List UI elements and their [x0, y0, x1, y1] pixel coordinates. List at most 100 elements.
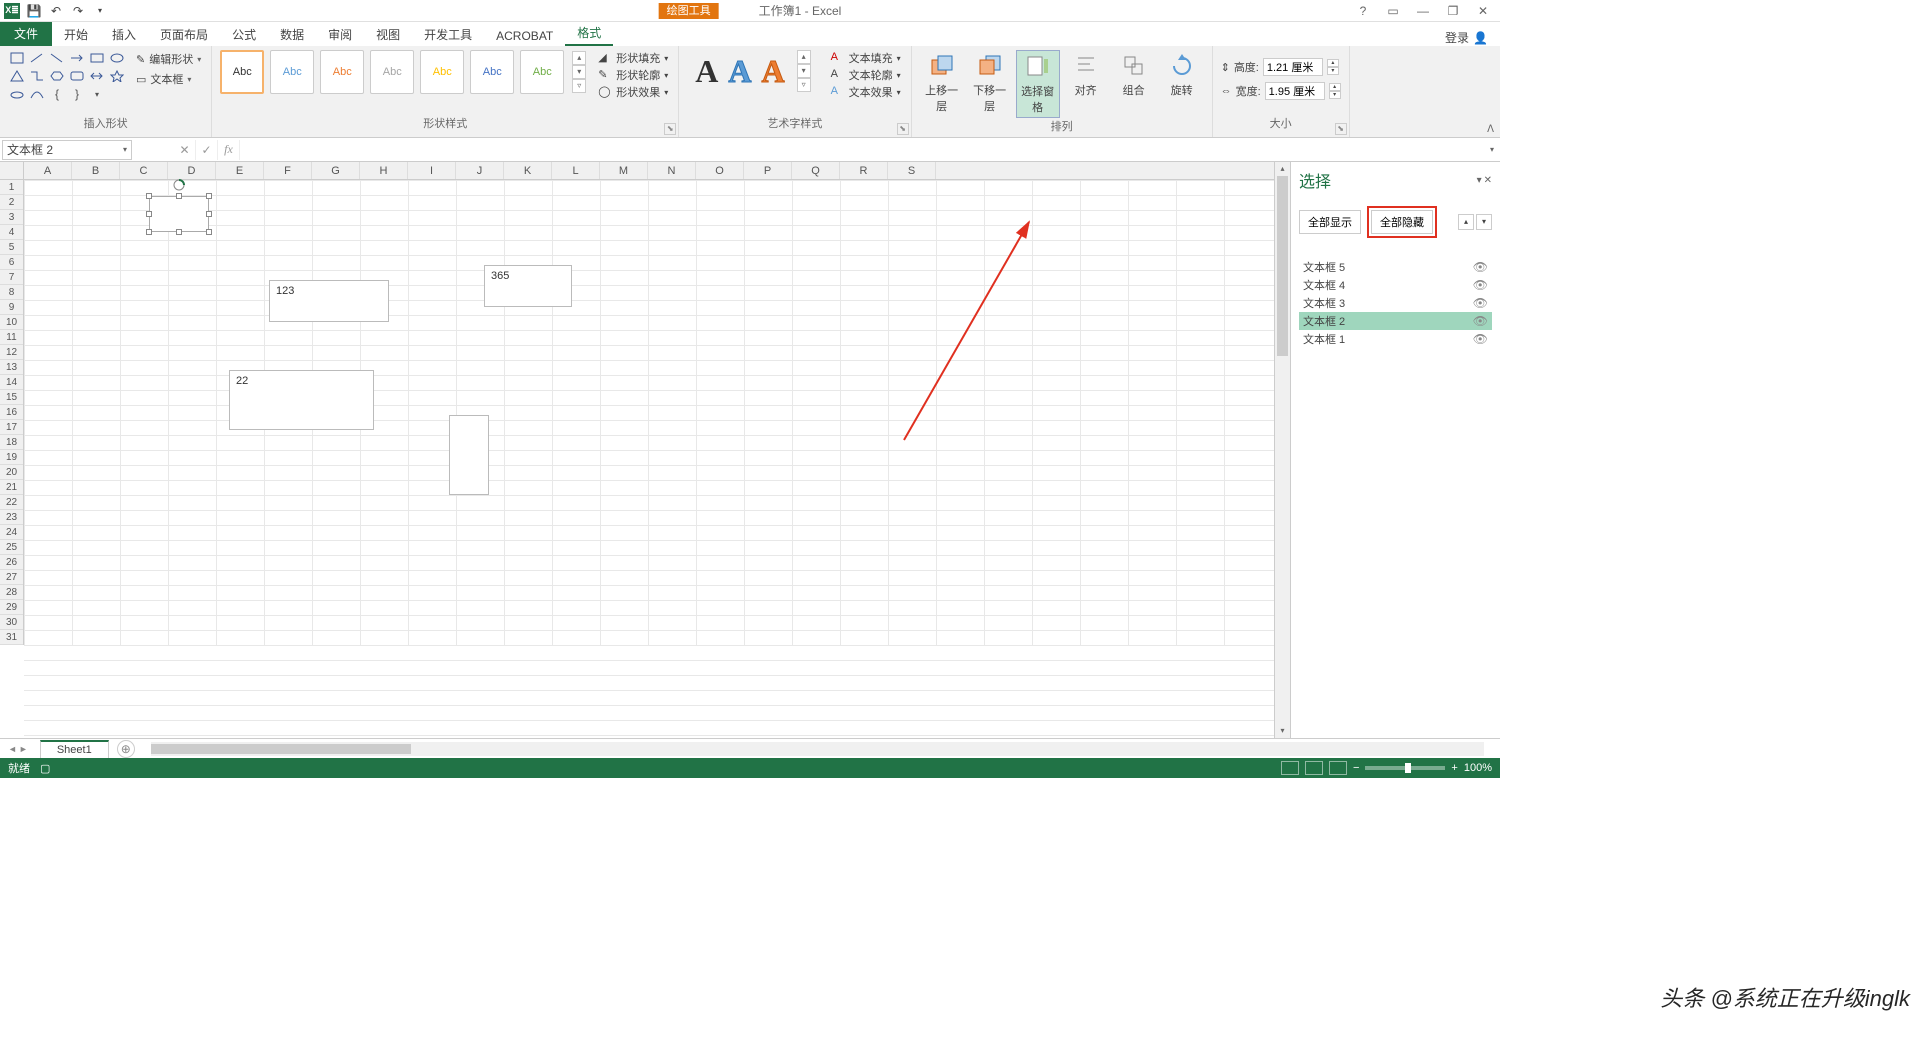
shape-effects-button[interactable]: ◯形状效果▾	[596, 84, 670, 100]
row-header[interactable]: 7	[0, 270, 23, 285]
wordart-swatch-1[interactable]: A	[695, 53, 718, 90]
login-link[interactable]: 登录 👤	[1445, 29, 1500, 46]
help-button[interactable]: ?	[1354, 4, 1372, 18]
resize-handle-n[interactable]	[176, 193, 182, 199]
wa-more-icon[interactable]: ▿	[797, 78, 811, 92]
pane-close-icon[interactable]: ✕	[1484, 175, 1492, 186]
column-header[interactable]: R	[840, 162, 888, 179]
gallery-more-icon[interactable]: ▿	[572, 79, 586, 93]
style-swatch-1[interactable]: Abc	[220, 50, 264, 94]
row-header[interactable]: 27	[0, 570, 23, 585]
height-down[interactable]: ▾	[1327, 67, 1339, 75]
shape-star-icon[interactable]	[108, 68, 126, 84]
wordart-gallery[interactable]: A A A ▴ ▾ ▿	[687, 50, 818, 92]
scroll-thumb[interactable]	[1277, 176, 1288, 356]
formula-expand-icon[interactable]: ▾	[1484, 145, 1500, 154]
ribbon-display-button[interactable]: ▭	[1384, 4, 1402, 18]
worksheet[interactable]: ABCDEFGHIJKLMNOPQRS 12345678910111213141…	[0, 162, 1274, 738]
save-icon[interactable]: 💾	[26, 3, 42, 19]
shape-line-icon[interactable]	[28, 50, 46, 66]
resize-handle-ne[interactable]	[206, 193, 212, 199]
text-outline-button[interactable]: A文本轮廓▾	[829, 67, 903, 83]
name-box[interactable]: 文本框 2 ▾	[2, 140, 132, 160]
zoom-knob[interactable]	[1405, 763, 1411, 773]
column-header[interactable]: H	[360, 162, 408, 179]
view-pagelayout-button[interactable]	[1305, 761, 1323, 775]
textbox-1[interactable]	[449, 415, 489, 495]
vertical-scrollbar[interactable]: ▴ ▾	[1274, 162, 1290, 738]
shape-oval-icon[interactable]	[108, 50, 126, 66]
text-effects-button[interactable]: A文本效果▾	[829, 84, 903, 100]
resize-handle-nw[interactable]	[146, 193, 152, 199]
view-pagebreak-button[interactable]	[1329, 761, 1347, 775]
scroll-up-icon[interactable]: ▴	[1275, 162, 1290, 176]
textbox-2[interactable]	[149, 196, 209, 232]
tab-data[interactable]: 数据	[268, 23, 316, 46]
row-header[interactable]: 12	[0, 345, 23, 360]
row-header[interactable]: 26	[0, 555, 23, 570]
gallery-up-icon[interactable]: ▴	[572, 51, 586, 65]
row-header[interactable]: 6	[0, 255, 23, 270]
pane-options-icon[interactable]: ▾	[1477, 175, 1482, 186]
column-header[interactable]: L	[552, 162, 600, 179]
column-header[interactable]: G	[312, 162, 360, 179]
row-header[interactable]: 29	[0, 600, 23, 615]
hscroll-thumb[interactable]	[151, 744, 411, 754]
row-header[interactable]: 8	[0, 285, 23, 300]
column-header[interactable]: C	[120, 162, 168, 179]
column-header[interactable]: P	[744, 162, 792, 179]
column-header[interactable]: O	[696, 162, 744, 179]
shape-arrow2-icon[interactable]	[88, 68, 106, 84]
row-header[interactable]: 1	[0, 180, 23, 195]
tab-page-layout[interactable]: 页面布局	[148, 23, 220, 46]
height-input[interactable]	[1263, 58, 1323, 76]
align-button[interactable]: 对齐	[1064, 50, 1108, 100]
shape-list-item[interactable]: 文本框 5👁	[1299, 258, 1492, 276]
row-header[interactable]: 31	[0, 630, 23, 645]
row-header[interactable]: 24	[0, 525, 23, 540]
tab-format[interactable]: 格式	[565, 21, 613, 46]
row-header[interactable]: 25	[0, 540, 23, 555]
shape-cloud-icon[interactable]	[8, 86, 26, 102]
sheet-nav-next[interactable]: ►	[19, 744, 28, 754]
restore-button[interactable]: ❐	[1444, 4, 1462, 18]
accept-formula-button[interactable]: ✓	[196, 140, 218, 160]
wordart-launcher[interactable]: ⬊	[897, 123, 909, 135]
scroll-down-icon[interactable]: ▾	[1275, 724, 1290, 738]
column-header[interactable]: A	[24, 162, 72, 179]
row-header[interactable]: 3	[0, 210, 23, 225]
text-fill-button[interactable]: A文本填充▾	[829, 50, 903, 66]
shape-roundrect-icon[interactable]	[68, 68, 86, 84]
shape-list-item[interactable]: 文本框 1👁	[1299, 330, 1492, 348]
row-header[interactable]: 10	[0, 315, 23, 330]
row-header[interactable]: 20	[0, 465, 23, 480]
horizontal-scrollbar[interactable]	[151, 742, 1484, 756]
style-swatch-3[interactable]: Abc	[320, 50, 364, 94]
row-header[interactable]: 11	[0, 330, 23, 345]
column-header[interactable]: S	[888, 162, 936, 179]
shape-style-gallery[interactable]: Abc Abc Abc Abc Abc Abc Abc ▴ ▾ ▿	[220, 50, 586, 94]
size-launcher[interactable]: ⬊	[1335, 123, 1347, 135]
shape-line2-icon[interactable]	[48, 50, 66, 66]
qat-dropdown-icon[interactable]: ▾	[92, 3, 108, 19]
tab-view[interactable]: 视图	[364, 23, 412, 46]
shape-list-item[interactable]: 文本框 3👁	[1299, 294, 1492, 312]
resize-handle-e[interactable]	[206, 211, 212, 217]
zoom-in-button[interactable]: +	[1451, 762, 1457, 774]
column-header[interactable]: B	[72, 162, 120, 179]
cancel-formula-button[interactable]: ✕	[174, 140, 196, 160]
column-header[interactable]: N	[648, 162, 696, 179]
visibility-toggle-icon[interactable]: 👁	[1473, 314, 1488, 328]
view-normal-button[interactable]	[1281, 761, 1299, 775]
shape-list-item[interactable]: 文本框 2👁	[1299, 312, 1492, 330]
zoom-slider[interactable]	[1365, 766, 1445, 770]
shape-elbow-icon[interactable]	[28, 68, 46, 84]
shape-brace-r-icon[interactable]: }	[68, 86, 86, 102]
minimize-button[interactable]: —	[1414, 4, 1432, 18]
wa-down-icon[interactable]: ▾	[797, 64, 811, 78]
column-header[interactable]: J	[456, 162, 504, 179]
gallery-down-icon[interactable]: ▾	[572, 65, 586, 79]
style-swatch-7[interactable]: Abc	[520, 50, 564, 94]
visibility-toggle-icon[interactable]: 👁	[1473, 260, 1488, 274]
wordart-swatch-2[interactable]: A	[728, 53, 751, 90]
